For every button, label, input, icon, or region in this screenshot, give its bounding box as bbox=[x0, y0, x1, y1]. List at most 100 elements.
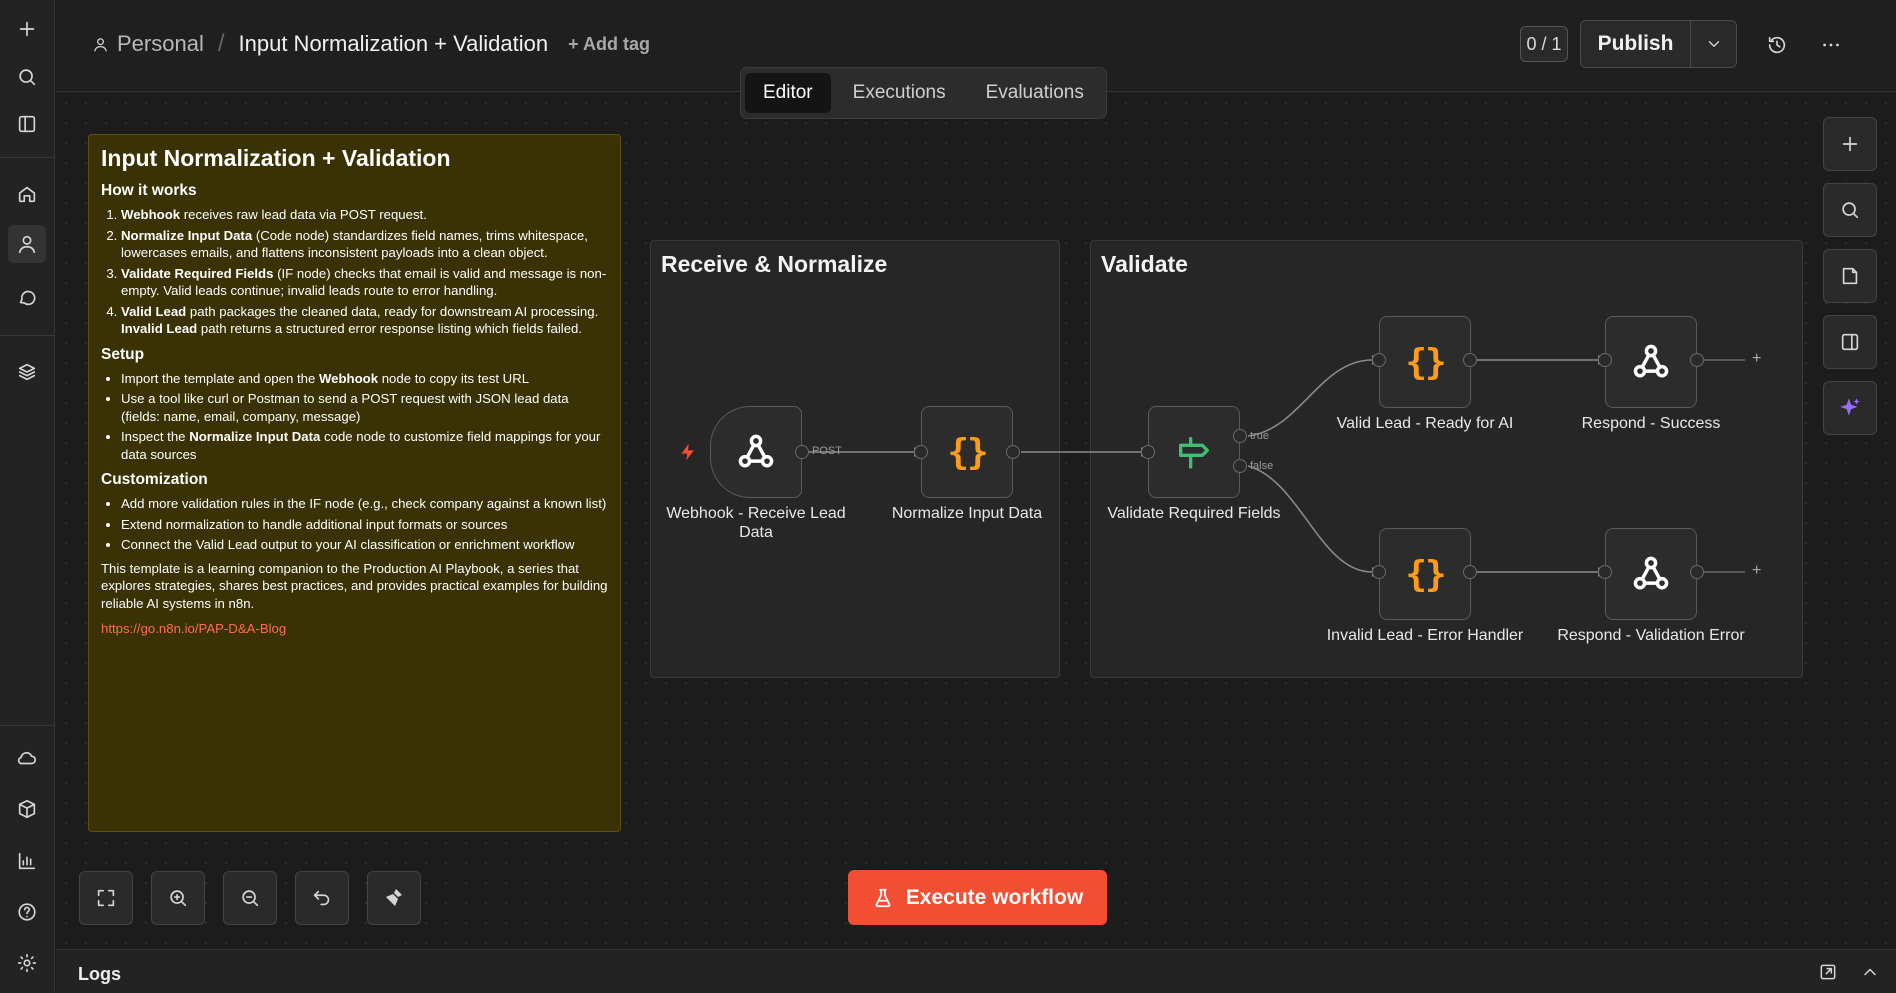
execute-workflow-button[interactable]: Execute workflow bbox=[848, 870, 1107, 925]
output-handle[interactable] bbox=[1690, 565, 1704, 579]
undo-icon bbox=[313, 890, 330, 906]
sparkle-icon bbox=[1840, 398, 1860, 416]
workflow-name[interactable]: Input Normalization + Validation bbox=[239, 31, 549, 57]
output-handle[interactable] bbox=[795, 445, 809, 459]
node-respond-error[interactable] bbox=[1605, 528, 1697, 620]
cloud-icon[interactable] bbox=[8, 739, 46, 777]
input-handle[interactable] bbox=[1598, 565, 1612, 579]
how-item: Webhook receives raw lead data via POST … bbox=[121, 206, 608, 224]
more-options-icon[interactable] bbox=[1816, 30, 1846, 60]
output-handle[interactable] bbox=[1463, 353, 1477, 367]
templates-icon[interactable] bbox=[8, 790, 46, 828]
settings-icon[interactable] bbox=[8, 944, 46, 982]
node-normalize[interactable]: {} bbox=[921, 406, 1013, 498]
node-invalid-lead[interactable]: {} bbox=[1379, 528, 1471, 620]
how-item: Normalize Input Data (Code node) standar… bbox=[121, 227, 608, 262]
webhook-icon bbox=[1633, 556, 1669, 590]
node-respond-success[interactable] bbox=[1605, 316, 1697, 408]
output-handle[interactable] bbox=[1463, 565, 1477, 579]
zoom-in-icon bbox=[170, 890, 187, 907]
layers-icon[interactable] bbox=[8, 353, 46, 391]
node-label: Validate Required Fields bbox=[1107, 505, 1281, 522]
setup-item: Inspect the Normalize Input Data code no… bbox=[121, 428, 608, 463]
input-handle[interactable] bbox=[1141, 445, 1155, 459]
output-handle-false[interactable] bbox=[1233, 459, 1247, 473]
tab-executions[interactable]: Executions bbox=[835, 73, 964, 113]
webhook-icon bbox=[738, 434, 774, 468]
node-label: Valid Lead - Ready for AI bbox=[1336, 415, 1514, 432]
workspace-label: Personal bbox=[117, 31, 204, 56]
search-nodes-button[interactable] bbox=[1823, 183, 1877, 237]
help-icon[interactable] bbox=[8, 893, 46, 931]
collapse-sidebar-icon[interactable] bbox=[8, 105, 46, 143]
add-tag-button[interactable]: + Add tag bbox=[568, 34, 650, 55]
insights-icon[interactable] bbox=[8, 842, 46, 880]
tab-evaluations[interactable]: Evaluations bbox=[968, 73, 1102, 113]
sticky-note-icon bbox=[1842, 267, 1858, 285]
sticky-note[interactable]: Input Normalization + Validation How it … bbox=[88, 134, 621, 832]
trigger-bolt-icon bbox=[681, 443, 694, 461]
execute-label: Execute workflow bbox=[905, 885, 1084, 909]
node-valid-lead[interactable]: {} bbox=[1379, 316, 1471, 408]
undo-button[interactable] bbox=[295, 871, 349, 925]
add-node-button[interactable] bbox=[1823, 117, 1877, 171]
publish-dropdown-button[interactable] bbox=[1691, 21, 1736, 67]
plus-icon bbox=[1842, 136, 1858, 152]
view-tabs: Editor Executions Evaluations bbox=[740, 67, 1107, 119]
zoom-out-button[interactable] bbox=[223, 871, 277, 925]
node-label: Webhook - Receive Lead Data bbox=[666, 505, 846, 541]
input-handle[interactable] bbox=[1372, 565, 1386, 579]
toggle-panel-button[interactable] bbox=[1823, 315, 1877, 369]
port-label-false: false bbox=[1250, 460, 1274, 472]
node-webhook[interactable] bbox=[710, 406, 802, 498]
custom-item: Add more validation rules in the IF node… bbox=[121, 495, 608, 513]
ai-assistant-button[interactable] bbox=[1823, 381, 1877, 435]
output-handle[interactable] bbox=[1006, 445, 1020, 459]
zoom-in-button[interactable] bbox=[151, 871, 205, 925]
panel-icon bbox=[1841, 333, 1859, 351]
logs-panel-bar[interactable]: Logs bbox=[56, 949, 1896, 993]
fit-view-icon bbox=[97, 889, 115, 907]
input-handle[interactable] bbox=[914, 445, 928, 459]
fit-view-button[interactable] bbox=[79, 871, 133, 925]
sticky-link[interactable]: https://go.n8n.io/PAP-D&A-Blog bbox=[101, 620, 608, 638]
zoom-out-icon bbox=[242, 890, 259, 907]
sticky-footer: This template is a learning companion to… bbox=[101, 560, 608, 611]
app-root: Personal / Input Normalization + Validat… bbox=[0, 0, 1896, 993]
add-node-plus-icon[interactable]: + bbox=[1752, 350, 1761, 368]
code-icon: {} bbox=[1405, 341, 1446, 383]
input-handle[interactable] bbox=[1372, 353, 1386, 367]
workspace-link[interactable]: Personal bbox=[92, 31, 204, 57]
create-icon[interactable] bbox=[8, 10, 46, 48]
chevron-down-icon bbox=[1708, 41, 1719, 47]
search-icon[interactable] bbox=[8, 58, 46, 96]
node-label: Respond - Success bbox=[1581, 415, 1721, 432]
chat-icon[interactable] bbox=[8, 278, 46, 316]
setup-item: Import the template and open the Webhook… bbox=[121, 370, 608, 388]
port-label-post: POST bbox=[812, 445, 842, 457]
tab-editor[interactable]: Editor bbox=[745, 73, 831, 113]
sticky-title: Input Normalization + Validation bbox=[101, 145, 451, 171]
output-handle-true[interactable] bbox=[1233, 429, 1247, 443]
webhook-icon bbox=[1633, 344, 1669, 378]
publish-button[interactable]: Publish bbox=[1581, 21, 1691, 67]
how-list: Webhook receives raw lead data via POST … bbox=[101, 206, 608, 338]
custom-list: Add more validation rules in the IF node… bbox=[101, 495, 608, 554]
breadcrumb: Personal / Input Normalization + Validat… bbox=[92, 30, 650, 58]
node-validate[interactable] bbox=[1148, 406, 1240, 498]
group-title: Validate bbox=[1101, 251, 1188, 277]
chevron-up-icon[interactable] bbox=[1860, 962, 1880, 987]
sticky-how-heading: How it works bbox=[101, 182, 197, 199]
output-handle[interactable] bbox=[1690, 353, 1704, 367]
sticky-custom-heading: Customization bbox=[101, 471, 208, 488]
how-item: Valid Lead path packages the cleaned dat… bbox=[121, 303, 608, 338]
add-node-plus-icon[interactable]: + bbox=[1752, 562, 1761, 580]
history-icon[interactable] bbox=[1762, 30, 1792, 60]
left-sidebar bbox=[0, 0, 55, 993]
add-sticky-button[interactable] bbox=[1823, 249, 1877, 303]
tidy-up-button[interactable] bbox=[367, 871, 421, 925]
input-handle[interactable] bbox=[1598, 353, 1612, 367]
home-icon[interactable] bbox=[8, 175, 46, 213]
personal-icon[interactable] bbox=[8, 225, 46, 263]
pop-out-icon[interactable] bbox=[1818, 962, 1838, 987]
